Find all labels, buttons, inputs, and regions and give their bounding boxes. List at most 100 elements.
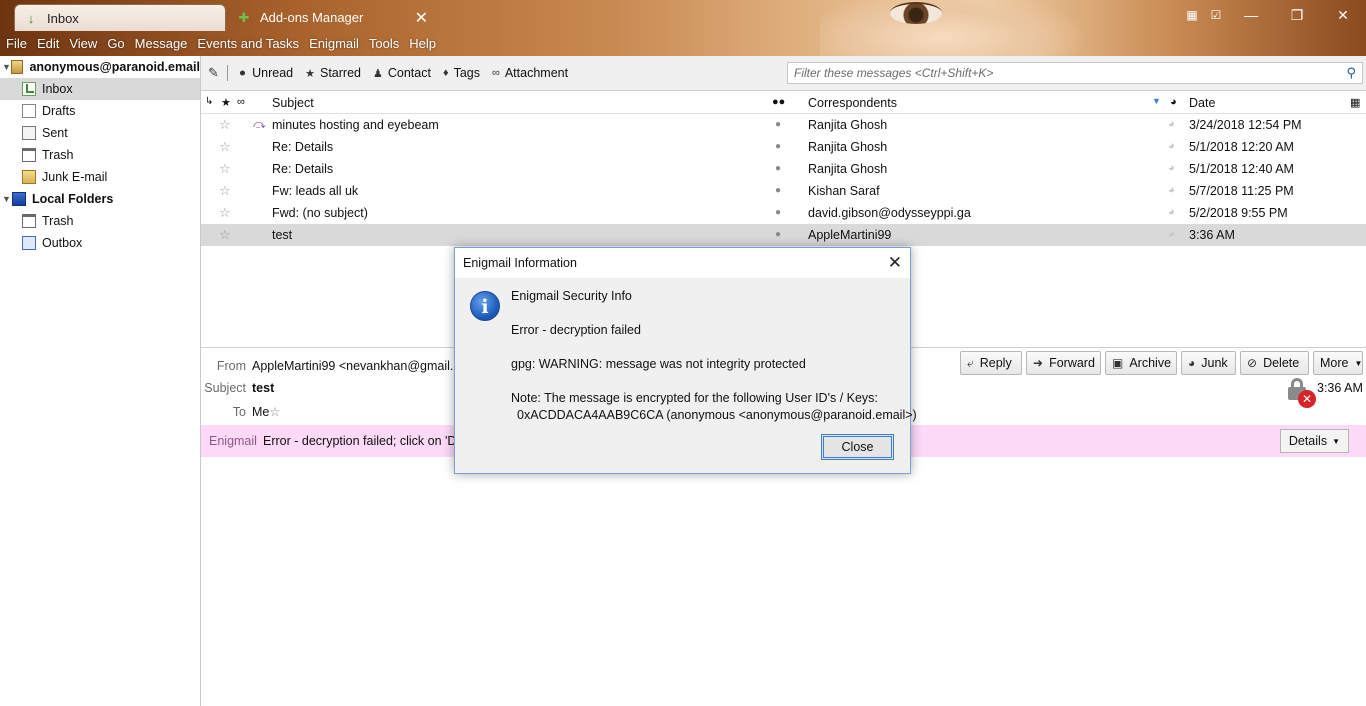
restore-button[interactable]: ❐: [1274, 7, 1320, 24]
junk-button[interactable]: ◕ Junk: [1181, 351, 1236, 375]
folder-label: Trash: [42, 148, 74, 162]
filter-tags-button[interactable]: ♦ Tags: [443, 66, 480, 80]
message-row[interactable]: ☆ test ● AppleMartini99 ◕ 3:36 AM: [201, 224, 1366, 246]
archive-button[interactable]: ▣ Archive: [1105, 351, 1177, 375]
filter-unread-button[interactable]: ⚫ Unread: [238, 66, 293, 80]
delete-button[interactable]: ⊘ Delete: [1240, 351, 1309, 375]
message-row[interactable]: ☆ Re: Details ● Ranjita Ghosh ◕ 5/1/2018…: [201, 158, 1366, 180]
collapse-icon[interactable]: ▼: [2, 194, 12, 204]
menu-enigmail[interactable]: Enigmail: [309, 36, 359, 51]
menu-tools[interactable]: Tools: [369, 36, 399, 51]
star-icon[interactable]: ☆: [219, 139, 231, 155]
star-icon[interactable]: ☆: [219, 205, 231, 221]
column-picker-icon[interactable]: ▦: [1350, 96, 1360, 109]
menu-view[interactable]: View: [69, 36, 97, 51]
folder-trash[interactable]: Trash: [0, 144, 200, 166]
correspondents-column[interactable]: Correspondents: [808, 96, 897, 110]
folder-account[interactable]: ▼ anonymous@paranoid.email: [0, 56, 200, 78]
dialog-title: Enigmail Information: [463, 256, 577, 270]
read-status-icon[interactable]: ●: [775, 185, 781, 196]
folder-drafts[interactable]: Drafts: [0, 100, 200, 122]
trash-folder-icon: [22, 214, 36, 228]
button-label: Reply: [979, 356, 1012, 370]
from-value[interactable]: AppleMartini99 <nevankhan@gmail.c: [252, 359, 460, 373]
dialog-warning: gpg: WARNING: message was not integrity …: [511, 357, 806, 371]
error-x-icon: ✕: [1298, 390, 1316, 408]
star-icon[interactable]: ☆: [219, 227, 231, 243]
folder-junk[interactable]: Junk E-mail: [0, 166, 200, 188]
junk-status-icon[interactable]: ◕: [1168, 228, 1175, 240]
message-row[interactable]: ☆ Fw: leads all uk ● Kishan Saraf ◕ 5/7/…: [201, 180, 1366, 202]
account-icon: [10, 60, 24, 74]
star-icon[interactable]: ☆: [219, 117, 231, 133]
filter-label: Tags: [453, 66, 480, 80]
message-date: 5/7/2018 11:25 PM: [1189, 184, 1294, 198]
filter-messages-input[interactable]: Filter these messages <Ctrl+Shift+K>: [787, 62, 1363, 84]
sent-folder-icon: [22, 126, 36, 140]
read-column-icon[interactable]: ●●: [772, 96, 785, 108]
close-button[interactable]: Close: [821, 434, 894, 460]
filter-attachment-button[interactable]: ∞ Attachment: [492, 66, 568, 80]
folder-local-folders[interactable]: ▼ Local Folders: [0, 188, 200, 210]
enigmail-information-dialog: Enigmail Information ✕ i Enigmail Securi…: [454, 247, 917, 474]
attachment-column-icon[interactable]: ∞: [237, 96, 245, 108]
replied-icon: ⤼: [253, 117, 266, 131]
folder-outbox[interactable]: Outbox: [0, 232, 200, 254]
date-column[interactable]: Date: [1189, 96, 1215, 110]
star-icon[interactable]: ☆: [219, 161, 231, 177]
more-button[interactable]: More ▼: [1313, 351, 1363, 375]
search-icon[interactable]: ⚲: [1346, 65, 1356, 81]
read-status-icon[interactable]: ●: [775, 141, 781, 152]
read-status-icon[interactable]: ●: [775, 163, 781, 174]
collapse-icon[interactable]: ▼: [2, 62, 11, 72]
tab-addons-manager[interactable]: ✚ Add-ons Manager ✕: [228, 4, 438, 31]
tasks-icon[interactable]: ☑: [1204, 8, 1228, 22]
star-icon[interactable]: ☆: [269, 405, 280, 419]
message-row[interactable]: ☆ ⤼ minutes hosting and eyebeam ● Ranjit…: [201, 114, 1366, 136]
thread-column-icon[interactable]: ↳: [205, 96, 213, 107]
message-date: 3/24/2018 12:54 PM: [1189, 118, 1302, 132]
starred-column-icon[interactable]: ★: [221, 96, 231, 109]
message-correspondent: Ranjita Ghosh: [808, 140, 888, 154]
dialog-heading: Enigmail Security Info: [511, 289, 632, 303]
dialog-titlebar: Enigmail Information ✕: [455, 248, 910, 278]
menu-go[interactable]: Go: [107, 36, 124, 51]
message-row[interactable]: ☆ Fwd: (no subject) ● david.gibson@odyss…: [201, 202, 1366, 224]
close-window-button[interactable]: ✕: [1320, 7, 1366, 24]
details-button[interactable]: Details ▼: [1279, 429, 1349, 453]
read-status-icon[interactable]: ●: [775, 229, 781, 240]
junk-status-icon[interactable]: ◕: [1168, 140, 1175, 152]
calendar-icon[interactable]: ▦: [1180, 8, 1204, 22]
junk-status-column-icon[interactable]: ◕: [1170, 96, 1177, 108]
inbox-folder-icon: [22, 82, 36, 96]
tab-inbox[interactable]: ↓ Inbox: [14, 4, 226, 31]
junk-status-icon[interactable]: ◕: [1168, 184, 1175, 196]
junk-status-icon[interactable]: ◕: [1168, 162, 1175, 174]
close-tab-icon[interactable]: ✕: [415, 8, 428, 28]
message-row[interactable]: ☆ Re: Details ● Ranjita Ghosh ◕ 5/1/2018…: [201, 136, 1366, 158]
read-status-icon[interactable]: ●: [775, 119, 781, 130]
minimize-button[interactable]: —: [1228, 7, 1274, 23]
reply-button[interactable]: ⤶ Reply: [960, 351, 1022, 375]
folder-label: Outbox: [42, 236, 83, 250]
menu-file[interactable]: File: [6, 36, 27, 51]
filter-starred-button[interactable]: ★ Starred: [305, 66, 361, 80]
folder-inbox[interactable]: Inbox: [0, 78, 200, 100]
folder-local-trash[interactable]: Trash: [0, 210, 200, 232]
junk-status-icon[interactable]: ◕: [1168, 118, 1175, 130]
star-icon[interactable]: ☆: [219, 183, 231, 199]
to-value[interactable]: Me: [252, 405, 269, 419]
read-status-icon[interactable]: ●: [775, 207, 781, 218]
filter-contact-button[interactable]: ♟ Contact: [373, 66, 431, 80]
junk-status-icon[interactable]: ◕: [1168, 206, 1175, 218]
menu-edit[interactable]: Edit: [37, 36, 59, 51]
menu-events-tasks[interactable]: Events and Tasks: [197, 36, 299, 51]
folder-pane: ▼ anonymous@paranoid.email Inbox Drafts …: [0, 56, 201, 706]
pin-icon[interactable]: ✎: [208, 65, 219, 81]
menu-message[interactable]: Message: [135, 36, 188, 51]
folder-sent[interactable]: Sent: [0, 122, 200, 144]
subject-column[interactable]: Subject: [272, 96, 314, 110]
forward-button[interactable]: ➜ Forward: [1026, 351, 1101, 375]
menu-help[interactable]: Help: [409, 36, 436, 51]
close-icon[interactable]: ✕: [888, 253, 902, 273]
